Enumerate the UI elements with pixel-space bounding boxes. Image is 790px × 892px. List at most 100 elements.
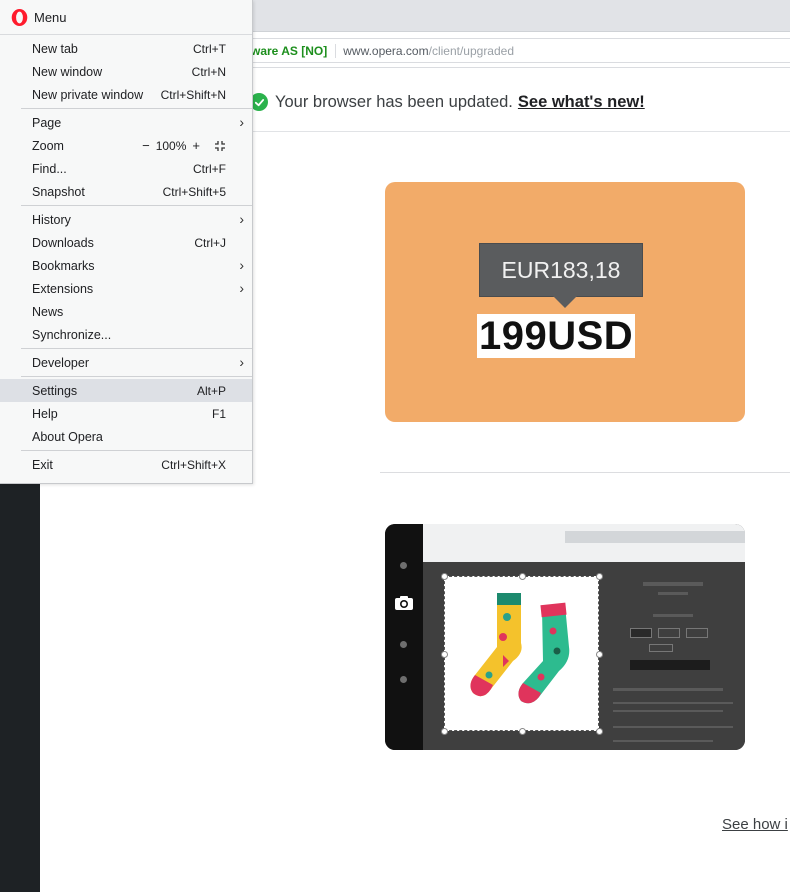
selection-handle[interactable]	[441, 728, 448, 735]
menu-separator	[21, 108, 252, 109]
menu-item-downloads[interactable]: Downloads Ctrl+J	[0, 231, 252, 254]
menu-item-label: Help	[32, 406, 58, 421]
camera-icon	[395, 596, 413, 610]
menu-item-label: Exit	[32, 457, 53, 472]
menu-item-snapshot[interactable]: Snapshot Ctrl+Shift+5	[0, 180, 252, 203]
add-to-cart-bar	[630, 660, 710, 670]
placeholder-line	[613, 726, 733, 728]
menu-item-label: New tab	[32, 41, 78, 56]
chevron-right-icon: ›	[239, 114, 244, 130]
address-field[interactable]: ftware AS [NO] www.opera.com/client/upgr…	[240, 38, 790, 63]
menu-separator	[21, 376, 252, 377]
menu-item-label: Extensions	[32, 281, 94, 296]
menu-item-settings[interactable]: Settings Alt+P	[0, 379, 252, 402]
menu-item-label: Bookmarks	[32, 258, 95, 273]
selection-handle[interactable]	[441, 651, 448, 658]
placeholder-line	[658, 592, 688, 595]
menu-item-label: New window	[32, 64, 103, 79]
menu-header[interactable]: Menu	[0, 0, 252, 35]
snapshot-promo-sidebar	[385, 524, 423, 750]
sidebar-dot	[400, 562, 407, 569]
chevron-right-icon: ›	[239, 354, 244, 370]
menu-item-shortcut: Ctrl+T	[193, 41, 226, 56]
placeholder-line	[643, 582, 703, 586]
menu-item-shortcut: Ctrl+Shift+X	[161, 457, 226, 472]
chevron-right-icon: ›	[239, 280, 244, 296]
see-how-link[interactable]: See how i	[722, 816, 788, 833]
zoom-out-button[interactable]: −	[142, 138, 150, 153]
menu-item-bookmarks[interactable]: Bookmarks ›	[0, 254, 252, 277]
snapshot-promo-tab	[565, 531, 745, 543]
url-path: /client/upgraded	[428, 43, 515, 58]
original-price: 199USD	[477, 314, 636, 358]
menu-item-label: Find...	[32, 161, 67, 176]
menu-item-extensions[interactable]: Extensions ›	[0, 277, 252, 300]
menu-item-exit[interactable]: Exit Ctrl+Shift+X	[0, 453, 252, 476]
menu-separator	[21, 450, 252, 451]
menu-item-label: Zoom	[32, 138, 64, 153]
size-option	[686, 628, 708, 638]
menu-item-shortcut: F1	[211, 406, 226, 421]
see-whats-new-link[interactable]: See what's new!	[518, 93, 645, 112]
menu-item-developer[interactable]: Developer ›	[0, 351, 252, 374]
currency-converter-promo: EUR183,18 199USD	[385, 182, 745, 422]
placeholder-line	[613, 702, 733, 704]
menu-item-find[interactable]: Find... Ctrl+F	[0, 157, 252, 180]
sidebar-dot	[400, 641, 407, 648]
menu-item-synchronize[interactable]: Synchronize...	[0, 323, 252, 346]
url-text[interactable]: www.opera.com/client/upgraded	[336, 44, 514, 58]
menu-item-label: Developer	[32, 355, 89, 370]
quantity-box	[649, 644, 673, 652]
placeholder-line	[613, 710, 723, 712]
menu-item-label: History	[32, 212, 71, 227]
zoom-in-button[interactable]: +	[192, 138, 200, 153]
opera-menu: Menu New tab Ctrl+T New window Ctrl+N Ne…	[0, 0, 253, 484]
menu-item-about-opera[interactable]: About Opera	[0, 425, 252, 448]
menu-item-shortcut: Ctrl+F	[193, 161, 226, 176]
browser-window: ftware AS [NO] www.opera.com/client/upgr…	[0, 0, 790, 892]
selection-handle[interactable]	[596, 573, 603, 580]
snapshot-selection	[441, 573, 603, 735]
placeholder-line	[613, 688, 723, 691]
menu-item-shortcut: Ctrl+Shift+5	[162, 184, 226, 199]
security-badge[interactable]: ftware AS [NO]	[241, 43, 337, 58]
selection-handle[interactable]	[519, 573, 526, 580]
menu-item-shortcut: Alt+P	[196, 383, 226, 398]
menu-title: Menu	[34, 9, 67, 25]
notice-text: Your browser has been updated.	[275, 92, 513, 111]
menu-item-new-tab[interactable]: New tab Ctrl+T	[0, 37, 252, 60]
menu-item-label: New private window	[32, 87, 144, 102]
socks-image	[470, 593, 570, 704]
menu-item-history[interactable]: History ›	[0, 208, 252, 231]
menu-item-news[interactable]: News	[0, 300, 252, 323]
opera-logo-icon	[11, 8, 28, 26]
selection-handle[interactable]	[596, 651, 603, 658]
update-notice: Your browser has been updated. See what'…	[248, 88, 645, 116]
menu-item-zoom[interactable]: Zoom − 100% +	[0, 134, 252, 157]
menu-separator	[21, 348, 252, 349]
menu-item-page[interactable]: Page ›	[0, 111, 252, 134]
placeholder-line	[653, 614, 693, 617]
menu-item-new-window[interactable]: New window Ctrl+N	[0, 60, 252, 83]
menu-item-label: Downloads	[32, 235, 94, 250]
selection-handle[interactable]	[441, 573, 448, 580]
chevron-right-icon: ›	[239, 257, 244, 273]
menu-item-help[interactable]: Help F1	[0, 402, 252, 425]
snapshot-promo	[385, 524, 745, 750]
menu-item-label: Settings	[32, 383, 78, 398]
menu-item-shortcut: Ctrl+N	[191, 64, 226, 79]
selection-handle[interactable]	[519, 728, 526, 735]
menu-item-label: Synchronize...	[32, 327, 112, 342]
menu-item-label: Snapshot	[32, 184, 85, 199]
menu-item-new-private-window[interactable]: New private window Ctrl+Shift+N	[0, 83, 252, 106]
converted-price-tooltip: EUR183,18	[479, 243, 643, 297]
selection-handle[interactable]	[596, 728, 603, 735]
notice-divider	[248, 131, 790, 132]
sidebar-dot	[400, 676, 407, 683]
size-option	[630, 628, 652, 638]
menu-item-label: About Opera	[32, 429, 103, 444]
url-host: www.opera.com	[343, 43, 429, 58]
fullscreen-icon[interactable]	[214, 140, 226, 152]
placeholder-line	[613, 740, 713, 742]
menu-item-shortcut: Ctrl+Shift+N	[160, 87, 226, 102]
